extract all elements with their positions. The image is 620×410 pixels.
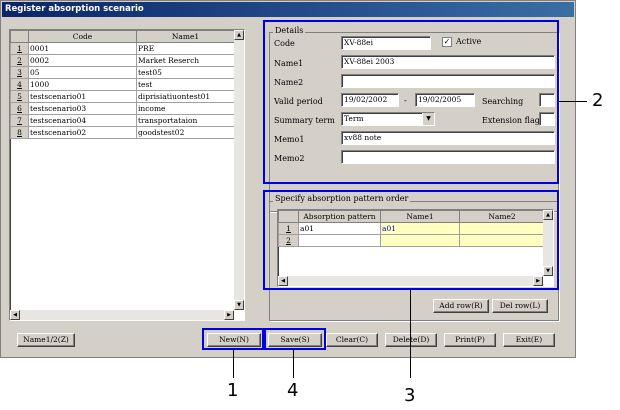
callout-number-1: 1 xyxy=(227,380,239,401)
callout-box-new xyxy=(202,328,264,350)
callout-number-3: 3 xyxy=(404,385,416,406)
row-number: 2 xyxy=(10,54,29,67)
print-button[interactable]: Print(P) xyxy=(444,333,496,347)
name1-cell[interactable]: PRE xyxy=(136,42,235,55)
callout-leader-1 xyxy=(233,350,234,378)
code-cell[interactable]: testscenario04 xyxy=(28,114,137,127)
code-cell[interactable]: testscenario03 xyxy=(28,102,137,115)
table-row[interactable]: 8 testscenario02 goodstest02 xyxy=(10,126,235,139)
table-row[interactable]: 7 testscenario04 transportataion xyxy=(10,114,235,127)
row-number: 8 xyxy=(10,126,29,139)
row-number: 7 xyxy=(10,114,29,127)
scenario-list-vertical-scrollbar[interactable]: ▲ ▼ xyxy=(234,30,244,310)
clear-button[interactable]: Clear(C) xyxy=(326,333,378,347)
scroll-right-arrow-icon[interactable]: ▶ xyxy=(224,310,234,320)
callout-box-save xyxy=(264,328,326,350)
name1-cell[interactable]: diprisiatiuontest01 xyxy=(136,90,235,103)
row-number: 5 xyxy=(10,90,29,103)
add-row-button[interactable]: Add row(R) xyxy=(433,299,489,313)
exit-button[interactable]: Exit(E) xyxy=(503,333,555,347)
callout-box-pattern xyxy=(263,190,559,290)
code-cell[interactable]: 0001 xyxy=(28,42,137,55)
scroll-down-arrow-icon[interactable]: ▼ xyxy=(234,300,244,310)
row-number: 3 xyxy=(10,66,29,79)
callout-leader-3 xyxy=(410,290,411,378)
name1-cell[interactable]: goodstest02 xyxy=(136,126,235,139)
row-number-header xyxy=(10,30,29,43)
table-row[interactable]: 3 05 test05 xyxy=(10,66,235,79)
table-row[interactable]: 6 testscenario03 income xyxy=(10,102,235,115)
code-cell[interactable]: 0002 xyxy=(28,54,137,67)
name1-cell[interactable]: Market Reserch xyxy=(136,54,235,67)
name1-cell[interactable]: test05 xyxy=(136,66,235,79)
scenario-list-grid[interactable]: Code Name1 1 0001 PRE 2 0002 Market Reserch … xyxy=(9,29,245,321)
code-cell[interactable]: testscenario02 xyxy=(28,126,137,139)
table-row[interactable]: 4 1000 test xyxy=(10,78,235,91)
scenario-list-horizontal-scrollbar[interactable]: ◀ ▶ xyxy=(10,310,234,320)
code-cell[interactable]: testscenario01 xyxy=(28,90,137,103)
name1-cell[interactable]: transportataion xyxy=(136,114,235,127)
code-cell[interactable]: 1000 xyxy=(28,78,137,91)
del-row-button[interactable]: Del row(L) xyxy=(492,299,548,313)
table-row[interactable]: 1 0001 PRE xyxy=(10,42,235,55)
scroll-up-arrow-icon[interactable]: ▲ xyxy=(234,30,244,40)
row-number: 4 xyxy=(10,78,29,91)
code-column-header[interactable]: Code xyxy=(28,30,137,43)
name1-cell[interactable]: test xyxy=(136,78,235,91)
row-number: 6 xyxy=(10,102,29,115)
table-row[interactable]: 5 testscenario01 diprisiatiuontest01 xyxy=(10,90,235,103)
window-title: Register absorption scenario xyxy=(2,2,574,17)
name1-column-header[interactable]: Name1 xyxy=(136,30,235,43)
name1-cell[interactable]: income xyxy=(136,102,235,115)
callout-number-4: 4 xyxy=(287,380,299,401)
scenario-table: Code Name1 1 0001 PRE 2 0002 Market Reserch … xyxy=(10,30,235,139)
scroll-left-arrow-icon[interactable]: ◀ xyxy=(10,310,20,320)
code-cell[interactable]: 05 xyxy=(28,66,137,79)
name12-toggle-button[interactable]: Name1/2(Z) xyxy=(17,333,75,347)
callout-number-2: 2 xyxy=(592,90,604,111)
scenario-table-header: Code Name1 xyxy=(10,30,235,43)
callout-leader-2 xyxy=(559,101,587,102)
table-row[interactable]: 2 0002 Market Reserch xyxy=(10,54,235,67)
delete-button[interactable]: Delete(D) xyxy=(385,333,437,347)
row-number: 1 xyxy=(10,42,29,55)
callout-leader-4 xyxy=(293,350,294,378)
callout-box-details xyxy=(263,20,559,184)
